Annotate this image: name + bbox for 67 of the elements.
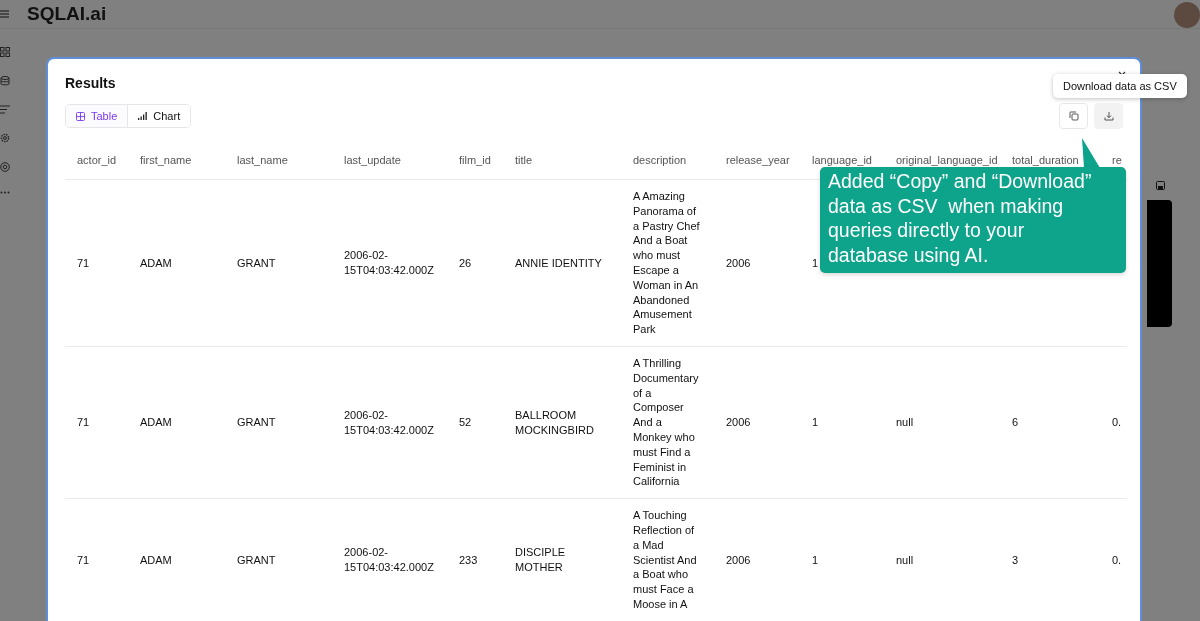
column-header: actor_id — [77, 154, 117, 166]
table-cell: GRANT — [237, 416, 276, 429]
save-icon[interactable] — [1156, 181, 1165, 190]
table-cell: null — [896, 553, 914, 566]
column-header: language_id — [812, 154, 872, 166]
callout: Added “Copy” and “Download” data as CSV when making queries directly to your database using AI. — [820, 167, 1126, 273]
logo: SQLAI.ai — [27, 3, 107, 25]
table-icon — [76, 111, 85, 121]
column-header: last_name — [237, 154, 288, 166]
table-cell: 6 — [1012, 416, 1019, 429]
table-cell: BALLROOM MOCKINGBIRD — [515, 408, 594, 436]
callout-pointer — [1082, 138, 1102, 168]
dialog-title: Results — [65, 75, 116, 91]
table-cell: 1 — [812, 256, 819, 269]
table-cell: GRANT — [237, 256, 276, 269]
table-cell: GRANT — [237, 553, 276, 566]
table-cell: 52 — [459, 416, 472, 429]
table-cell: 2006 — [726, 256, 751, 269]
table-cell: DISCIPLE MOTHER — [515, 546, 566, 573]
table-cell: 233 — [459, 553, 478, 566]
table-cell: 2006 — [726, 416, 751, 429]
table-cell: 2006 — [726, 553, 751, 566]
download-icon — [1103, 111, 1114, 121]
table-cell: null — [896, 416, 914, 429]
column-header: first_name — [140, 154, 192, 166]
column-header: original_language_id — [896, 154, 998, 166]
table-cell: 2006-02-15T04:03:42.000Z — [344, 546, 434, 573]
table-cell: 2006-02-15T04:03:42.000Z — [344, 408, 434, 436]
grid-icon[interactable] — [0, 47, 10, 57]
table-cell: ADAM — [140, 553, 172, 566]
table-cell: 71 — [77, 416, 90, 429]
column-header: re — [1112, 154, 1122, 166]
copy-icon — [1068, 111, 1079, 121]
table-cell: 2006-02-15T04:03:42.000Z — [344, 249, 434, 276]
settings-icon[interactable] — [0, 133, 10, 143]
lines-icon[interactable] — [0, 105, 10, 114]
table-cell: 0. — [1112, 416, 1122, 429]
view-tab[interactable]: Chart — [127, 105, 191, 127]
column-header: title — [515, 154, 533, 166]
table-cell: ADAM — [140, 416, 172, 429]
tooltip: Download data as CSV — [1053, 74, 1187, 98]
view-tab[interactable]: Table — [66, 105, 128, 127]
table-cell: ANNIE IDENTITY — [515, 256, 602, 269]
table-cell: 71 — [77, 256, 90, 269]
column-header: film_id — [459, 154, 491, 166]
table-cell: 3 — [1012, 553, 1019, 566]
table-cell: A Touching Reflection of a Mad Scientist And a Boat who must Face a Moose in A — [633, 509, 697, 610]
bar-chart-icon — [138, 112, 148, 120]
table-cell: 26 — [459, 256, 472, 269]
table-cell: ADAM — [140, 256, 172, 269]
column-header: last_update — [344, 154, 401, 166]
database-icon[interactable] — [0, 76, 10, 86]
table-cell: A Amazing Panorama of a Pastry Chef And a Boat who must Escape a Woman in An Abandoned Amusement Park — [633, 190, 700, 336]
more-icon[interactable] — [0, 191, 10, 194]
column-header: total_duration — [1012, 154, 1079, 166]
column-header: description — [633, 154, 687, 166]
copy-button[interactable] — [1059, 103, 1088, 129]
table-cell: 1 — [812, 553, 819, 566]
menu-icon[interactable] — [0, 10, 10, 18]
table-cell: 71 — [77, 553, 90, 566]
column-header: release_year — [726, 154, 790, 166]
help-icon[interactable] — [0, 162, 10, 172]
download-button[interactable] — [1094, 103, 1123, 129]
avatar[interactable] — [1174, 2, 1200, 28]
table-cell: 1 — [812, 416, 819, 429]
table-cell: 0. — [1112, 553, 1122, 566]
table-cell: A Thrilling Documentary of a Composer And a Monkey who must Find a Feminist in California — [633, 356, 699, 488]
